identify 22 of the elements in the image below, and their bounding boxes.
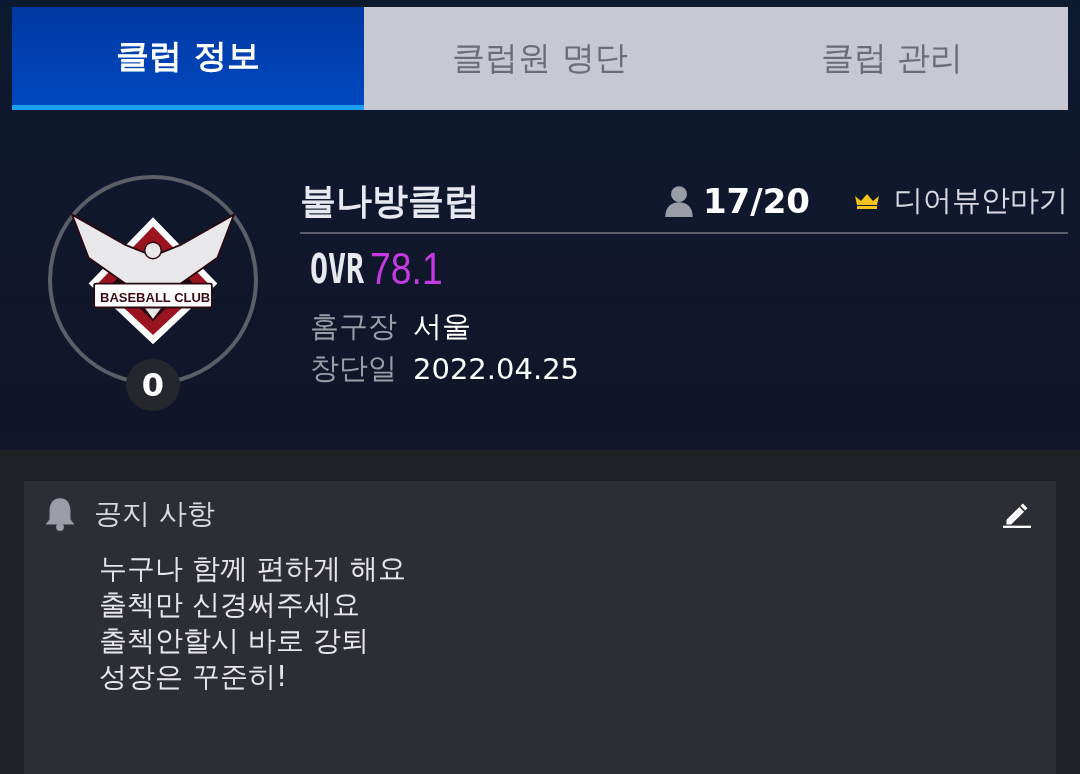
ovr-label: OVR [310, 246, 365, 292]
bell-icon [44, 497, 76, 531]
person-icon [664, 185, 693, 217]
tab[interactable]: 클럽 관리 [716, 7, 1068, 110]
info-value: 2022.04.25 [413, 352, 580, 386]
info-value: 서울 [413, 308, 471, 345]
club-name: 불나방클럽 [300, 178, 481, 223]
tab[interactable]: 클럽 정보 [12, 7, 364, 110]
member-count: 17/20 [702, 181, 810, 221]
notice-text: 출첵만 신경써주세요 [99, 587, 361, 623]
leader-name: 디어뷰안마기 [894, 182, 1068, 219]
ovr-value: 78.1 [370, 244, 444, 294]
emblem-text: BASEBALL CLUB [100, 290, 210, 305]
crown-icon [854, 193, 880, 209]
info-label: 창단일 [310, 350, 397, 387]
notice-text: 성장은 꾸준히! [99, 659, 289, 695]
info-label: 홈구장 [310, 308, 397, 345]
notice-title: 공지 사항 [94, 496, 216, 532]
level-badge: 0 [126, 359, 180, 411]
notice-text: 누구나 함께 편하게 해요 [99, 551, 407, 587]
notice-text: 출첵안할시 바로 강퇴 [99, 623, 370, 659]
tab[interactable]: 클럽원 명단 [364, 7, 716, 110]
